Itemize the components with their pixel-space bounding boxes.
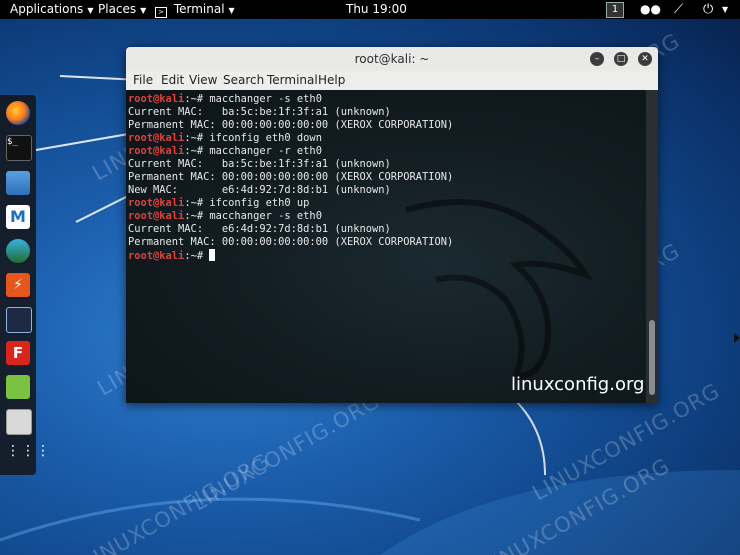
places-menu[interactable]: Places ▼: [98, 0, 146, 20]
terminal-small-icon: >: [155, 7, 167, 18]
text-cursor: [209, 249, 216, 261]
shell-prompt-user: root@kali: [128, 132, 185, 144]
shell-prompt-suffix: :~#: [184, 197, 210, 209]
command-text: ifconfig eth0 down: [209, 132, 322, 144]
output-text: Permanent MAC: 00:00:00:00:00:00 (XEROX …: [128, 171, 454, 183]
terminal-scrollbar[interactable]: [646, 90, 658, 403]
command-text: macchanger -s eth0: [209, 93, 322, 105]
close-button[interactable]: ✕: [638, 52, 652, 66]
show-apps-icon[interactable]: ⋮⋮⋮: [6, 444, 50, 469]
menu-terminal[interactable]: Terminal: [267, 71, 318, 90]
leafpad-icon[interactable]: [6, 375, 30, 399]
chevron-down-icon[interactable]: ▼: [722, 0, 728, 19]
output-text: New MAC: e6:4d:92:7d:8d:b1 (unknown): [128, 184, 391, 196]
workspace-indicator[interactable]: 1: [606, 2, 624, 18]
top-panel: Applications ▼ Places ▼ > Terminal ▼ Thu 19…: [0, 0, 740, 19]
window-menubar: File Edit View Search Terminal Help: [126, 71, 658, 90]
terminal-app-menu[interactable]: > Terminal ▼: [155, 0, 235, 20]
command-text: macchanger -r eth0: [209, 145, 322, 157]
terminal-line: Current MAC: e6:4d:92:7d:8d:b1 (unknown): [128, 223, 391, 236]
mouse-pointer-icon: [734, 333, 740, 343]
terminal-line: Current MAC: ba:5c:be:1f:3f:a1 (unknown): [128, 106, 391, 119]
shell-prompt-suffix: :~#: [184, 250, 210, 262]
applications-menu[interactable]: Applications ▼: [10, 0, 93, 20]
chevron-down-icon: ▼: [140, 6, 147, 15]
terminal-line: New MAC: e6:4d:92:7d:8d:b1 (unknown): [128, 184, 391, 197]
swoosh-4: [514, 399, 546, 476]
cherrytree-icon[interactable]: [6, 409, 32, 435]
terminal-line: Permanent MAC: 00:00:00:00:00:00 (XEROX …: [128, 119, 453, 132]
shell-prompt-user: root@kali: [128, 210, 185, 222]
terminal-line: root@kali:~#: [128, 249, 216, 263]
dock: $_ M ⚡ F ⋮⋮⋮: [0, 95, 50, 475]
shell-prompt-suffix: :~#: [184, 132, 210, 144]
scrollbar-thumb[interactable]: [649, 320, 655, 395]
brand-watermark: linuxconfig.org: [511, 374, 645, 395]
applications-label: Applications: [10, 2, 84, 16]
output-text: Current MAC: e6:4d:92:7d:8d:b1 (unknown): [128, 223, 391, 235]
terminal-app-label: Terminal: [173, 2, 225, 16]
maltego-icon[interactable]: [6, 307, 32, 333]
shell-prompt-suffix: :~#: [184, 145, 210, 157]
menu-file[interactable]: File: [133, 71, 153, 90]
output-text: Current MAC: ba:5c:be:1f:3f:a1 (unknown): [128, 158, 391, 170]
menu-view[interactable]: View: [189, 71, 217, 90]
output-text: Current MAC: ba:5c:be:1f:3f:a1 (unknown): [128, 106, 391, 118]
shell-prompt-user: root@kali: [128, 197, 185, 209]
terminal-line: Permanent MAC: 00:00:00:00:00:00 (XEROX …: [128, 236, 453, 249]
terminal-line: root@kali:~# macchanger -r eth0: [128, 145, 322, 158]
faraday-icon[interactable]: F: [6, 341, 30, 365]
firefox-icon[interactable]: [6, 101, 30, 125]
metasploit-icon[interactable]: M: [6, 205, 30, 229]
window-title: root@kali: ~: [354, 52, 430, 66]
terminal-icon[interactable]: $_: [6, 135, 32, 161]
shell-prompt-user: root@kali: [128, 250, 185, 262]
clock[interactable]: Thu 19:00: [346, 0, 407, 19]
menu-edit[interactable]: Edit: [161, 71, 184, 90]
users-icon[interactable]: ●●: [640, 0, 661, 19]
terminal-line: Permanent MAC: 00:00:00:00:00:00 (XEROX …: [128, 171, 453, 184]
terminal-line: root@kali:~# ifconfig eth0 down: [128, 132, 322, 145]
burpsuite-icon[interactable]: ⚡: [6, 273, 30, 297]
files-icon[interactable]: [6, 171, 30, 195]
menu-search[interactable]: Search: [223, 71, 264, 90]
output-text: Permanent MAC: 00:00:00:00:00:00 (XEROX …: [128, 236, 454, 248]
shell-prompt-suffix: :~#: [184, 93, 210, 105]
shell-prompt-suffix: :~#: [184, 210, 210, 222]
chevron-down-icon: ▼: [228, 6, 235, 15]
output-text: Permanent MAC: 00:00:00:00:00:00 (XEROX …: [128, 119, 454, 131]
armitage-icon[interactable]: [6, 239, 30, 263]
chevron-down-icon: ▼: [87, 6, 94, 15]
shell-prompt-user: root@kali: [128, 93, 185, 105]
terminal-line: root@kali:~# macchanger -s eth0: [128, 210, 322, 223]
terminal-line: root@kali:~# macchanger -s eth0: [128, 93, 322, 106]
places-label: Places: [98, 2, 137, 16]
menu-help[interactable]: Help: [318, 71, 345, 90]
command-text: macchanger -s eth0: [209, 210, 322, 222]
kali-dragon-logo: [405, 199, 594, 379]
window-titlebar[interactable]: root@kali: ~ – □ ✕: [126, 47, 658, 72]
command-text: ifconfig eth0 up: [209, 197, 310, 209]
terminal-line: Current MAC: ba:5c:be:1f:3f:a1 (unknown): [128, 158, 391, 171]
maximize-button[interactable]: □: [614, 52, 628, 66]
network-icon[interactable]: ⟋: [674, 0, 683, 19]
terminal-window: root@kali: ~ – □ ✕ File Edit View Search…: [126, 47, 658, 403]
shell-prompt-user: root@kali: [128, 145, 185, 157]
terminal-line: root@kali:~# ifconfig eth0 up: [128, 197, 309, 210]
terminal-output[interactable]: root@kali:~# macchanger -s eth0 Current M…: [126, 90, 646, 403]
power-icon[interactable]: ⏻: [703, 0, 713, 19]
minimize-button[interactable]: –: [590, 52, 604, 66]
